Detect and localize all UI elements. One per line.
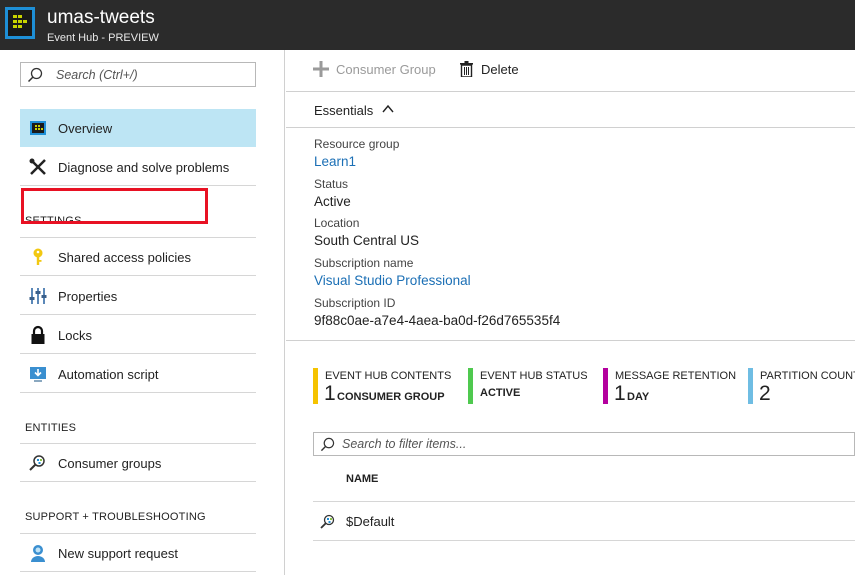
tile-accent [313, 368, 318, 404]
sidebar-item-label: Properties [58, 289, 118, 304]
sidebar-item-consumer-groups[interactable]: Consumer groups [20, 444, 256, 482]
key-icon [33, 248, 43, 265]
subscription-name-label: Subscription name [314, 256, 414, 270]
event-hub-icon [5, 7, 35, 39]
tile-accent [468, 368, 473, 404]
tile-accent [748, 368, 753, 404]
menu-search-input[interactable]: Search (Ctrl+/) [20, 62, 256, 87]
sidebar-item-overview[interactable]: Overview [20, 109, 256, 147]
tile-number: 1 [614, 382, 626, 405]
trash-icon [460, 61, 473, 77]
divider [286, 340, 855, 341]
tile-label: EVENT HUB STATUS [480, 370, 588, 382]
sidebar-item-diagnose[interactable]: Diagnose and solve problems [20, 148, 256, 186]
column-header-name[interactable]: NAME [346, 473, 378, 485]
sidebar-item-label: New support request [58, 546, 178, 561]
section-support: SUPPORT + TROUBLESHOOTING [25, 511, 206, 523]
sidebar-item-label: Shared access policies [58, 250, 191, 265]
plus-icon [313, 61, 329, 77]
consumer-group-label: Consumer Group [336, 62, 436, 77]
page-title: umas-tweets [47, 7, 155, 28]
filter-items-input[interactable]: Search to filter items... [313, 432, 855, 456]
download-icon [30, 367, 46, 382]
divider [313, 540, 855, 541]
sidebar-item-new-support-request[interactable]: New support request [20, 534, 256, 572]
sidebar-item-label: Automation script [58, 367, 159, 382]
properties-icon [29, 288, 47, 304]
support-icon [31, 545, 45, 562]
sidebar-item-label: Overview [58, 121, 113, 136]
resource-group-label: Resource group [314, 137, 400, 151]
consumer-group-icon [320, 514, 335, 529]
tile-accent [603, 368, 608, 404]
highlight-annotation [21, 188, 208, 224]
lock-icon [31, 325, 45, 344]
section-entities: ENTITIES [25, 422, 77, 434]
tile-label: PARTITION COUNT [760, 370, 855, 382]
status-value: Active [314, 194, 351, 209]
sidebar-item-label: Diagnose and solve problems [58, 160, 230, 175]
location-label: Location [314, 216, 360, 230]
tile-unit: DAY [627, 391, 650, 403]
sidebar-item-properties[interactable]: Properties [20, 277, 256, 315]
tile-unit: ACTIVE [480, 387, 521, 399]
tile-number: 2 [759, 382, 771, 405]
sidebar-item-locks[interactable]: Locks [20, 316, 256, 354]
consumer-group-name: $Default [346, 514, 395, 529]
search-icon [320, 437, 335, 452]
essentials-label: Essentials [314, 103, 374, 118]
tile-unit: CONSUMER GROUP [337, 391, 445, 403]
sidebar-item-shared-access-policies[interactable]: Shared access policies [20, 238, 256, 276]
subscription-id-value: 9f88c0ae-a7e4-4aea-ba0d-f26d765535f4 [314, 313, 561, 328]
search-placeholder: Search (Ctrl+/) [56, 68, 138, 82]
tile-number: 1 [324, 382, 336, 405]
resource-group-link[interactable]: Learn1 [314, 154, 356, 169]
tile-label: MESSAGE RETENTION [615, 370, 737, 382]
command-bar: Consumer Group Delete [286, 50, 855, 92]
subscription-name-link[interactable]: Visual Studio Professional [314, 273, 471, 288]
delete-label: Delete [481, 62, 519, 77]
tile-label: EVENT HUB CONTENTS [325, 370, 452, 382]
page-subtitle: Event Hub - PREVIEW [47, 32, 159, 44]
search-icon [27, 67, 43, 83]
sidebar-item-label: Consumer groups [58, 456, 162, 471]
sidebar-item-label: Locks [58, 328, 92, 343]
sidebar-item-automation-script[interactable]: Automation script [20, 355, 256, 393]
filter-placeholder: Search to filter items... [342, 437, 467, 451]
subscription-id-label: Subscription ID [314, 296, 396, 310]
blade-header: umas-tweets Event Hub - PREVIEW [0, 0, 855, 50]
essentials-toggle[interactable]: Essentials [286, 92, 855, 128]
consumer-groups-icon [29, 455, 45, 471]
location-value: South Central US [314, 233, 420, 248]
status-label: Status [314, 177, 349, 191]
table-row[interactable]: $Default [313, 502, 855, 540]
overview-icon [30, 121, 46, 135]
chevron-up-icon [382, 104, 394, 113]
tools-icon [29, 158, 46, 175]
